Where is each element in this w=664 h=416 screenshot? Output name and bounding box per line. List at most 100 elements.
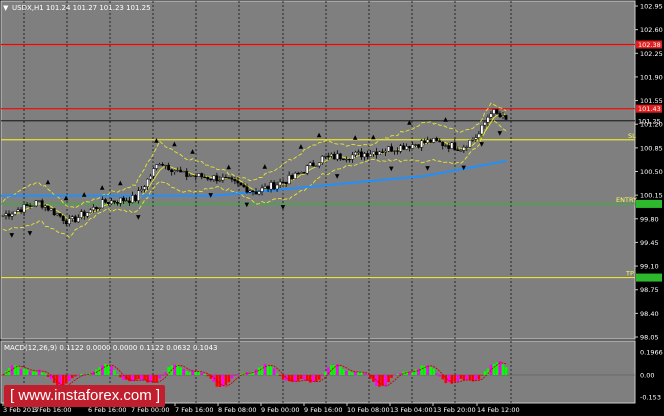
candle-body (215, 175, 219, 182)
macd-bar (116, 374, 119, 375)
price-tick-label: 101.20 (640, 121, 663, 129)
candle-body (417, 144, 421, 148)
macd-bar (34, 371, 38, 375)
candle-body (489, 113, 493, 118)
candle-body (435, 138, 439, 141)
candle-body (82, 211, 86, 217)
macd-bar (281, 375, 285, 380)
price-tick-label: 101.55 (640, 97, 663, 105)
candle-body (408, 146, 412, 149)
macd-bar (119, 375, 122, 378)
macd-bar (348, 371, 351, 375)
candle-body (212, 175, 216, 180)
candle-body (320, 156, 324, 164)
candle-body (468, 140, 472, 148)
resistance-lower-line-price-label: 101.43 (638, 105, 661, 113)
candle-body (109, 200, 113, 204)
candle-body (359, 151, 363, 158)
candle-body (302, 172, 306, 174)
macd-bar (209, 375, 213, 379)
chart-window[interactable]: 102.38 101.43 101.25 SL ENTRY TP ▼ ▼ ▲ ▲ ▲ ▲ ▲ ▼ ▲ ▲ ▲ ▼… (0, 0, 664, 416)
macd-bar (420, 365, 423, 375)
macd-bar (393, 375, 396, 376)
candle-body (58, 213, 62, 217)
candle-body (239, 182, 243, 186)
macd-bar (134, 375, 137, 380)
price-chart[interactable]: 102.38101.43101.25SLENTRYTP ▼ ▼▲▲▲▲▲▼▲▲▲▼… (0, 0, 664, 416)
candle-body (37, 200, 41, 202)
candle-body (347, 158, 351, 161)
macd-bar (146, 375, 149, 383)
candle-body (362, 153, 366, 158)
candle-body (281, 181, 285, 184)
main-plot-area[interactable] (0, 0, 636, 340)
macd-bar (104, 363, 107, 375)
time-tick-label: 7 Feb 16:00 (175, 406, 214, 414)
macd-bar (206, 375, 210, 377)
macd-bar (366, 375, 369, 376)
macd-bar (345, 370, 348, 375)
macd-bar (278, 375, 282, 377)
candle-body (28, 205, 32, 207)
fractal-down-icon: ▼ (461, 165, 466, 172)
candle-body (143, 186, 147, 190)
price-tick-label: 99.80 (640, 215, 659, 223)
macd-axis-label: 0.00 (640, 372, 654, 380)
candle-body (486, 117, 490, 123)
fractal-up-icon: ▲ (154, 137, 159, 144)
candle-body (173, 170, 177, 173)
candle-body (7, 213, 11, 217)
candle-body (480, 124, 484, 135)
fractal-down-icon: ▼ (389, 165, 394, 172)
macd-axis-label: 0.1966 (640, 349, 663, 357)
macd-bar (98, 367, 101, 375)
fractal-up-icon: ▲ (172, 141, 177, 148)
candle-body (474, 137, 478, 140)
candle-body (245, 186, 249, 193)
candle-body (227, 177, 231, 179)
candle-body (350, 154, 354, 160)
candle-body (326, 155, 330, 158)
time-tick-label: 9 Feb 16:00 (304, 406, 343, 414)
candle-body (122, 197, 125, 202)
macd-bar (323, 371, 327, 375)
fractal-up-icon: ▲ (82, 191, 87, 198)
candle-body (119, 197, 122, 204)
macd-bar (320, 375, 324, 377)
time-tick-label: 13 Feb 04:00 (390, 406, 433, 414)
candle-body (94, 207, 98, 209)
fractal-up-icon: ▲ (100, 184, 105, 191)
candle-body (411, 144, 415, 149)
fractal-down-icon: ▼ (208, 192, 213, 199)
fractal-up-icon: ▲ (226, 164, 231, 171)
macd-bar (31, 371, 35, 375)
time-tick-label: 3 Feb 16:00 (33, 406, 72, 414)
macd-bar (233, 375, 237, 376)
candle-body (323, 155, 327, 158)
macd-bar (287, 375, 291, 382)
candle-body (441, 141, 445, 146)
macd-bar (143, 375, 146, 381)
stop-loss-label: SL (628, 132, 636, 140)
macd-bar (203, 373, 207, 375)
macd-bar (164, 372, 167, 375)
fractal-down-icon: ▼ (335, 173, 340, 180)
time-tick-label: 6 Feb 16:00 (88, 406, 127, 414)
macd-bar (73, 375, 77, 377)
candle-body (31, 205, 35, 207)
candle-body (194, 175, 198, 177)
candle-body (97, 207, 101, 209)
candle-body (405, 146, 409, 150)
macd-bar (107, 364, 110, 375)
macd-bar (441, 375, 445, 380)
macd-bar (308, 375, 312, 383)
macd-bar (330, 365, 333, 375)
candle-body (308, 162, 312, 166)
candle-body (272, 182, 276, 190)
macd-bar (25, 369, 29, 375)
macd-bar (354, 371, 357, 375)
macd-bar (465, 375, 469, 381)
time-tick-label: 7 Feb 00:00 (131, 406, 170, 414)
candle-body (462, 146, 466, 151)
candle-body (492, 109, 496, 115)
